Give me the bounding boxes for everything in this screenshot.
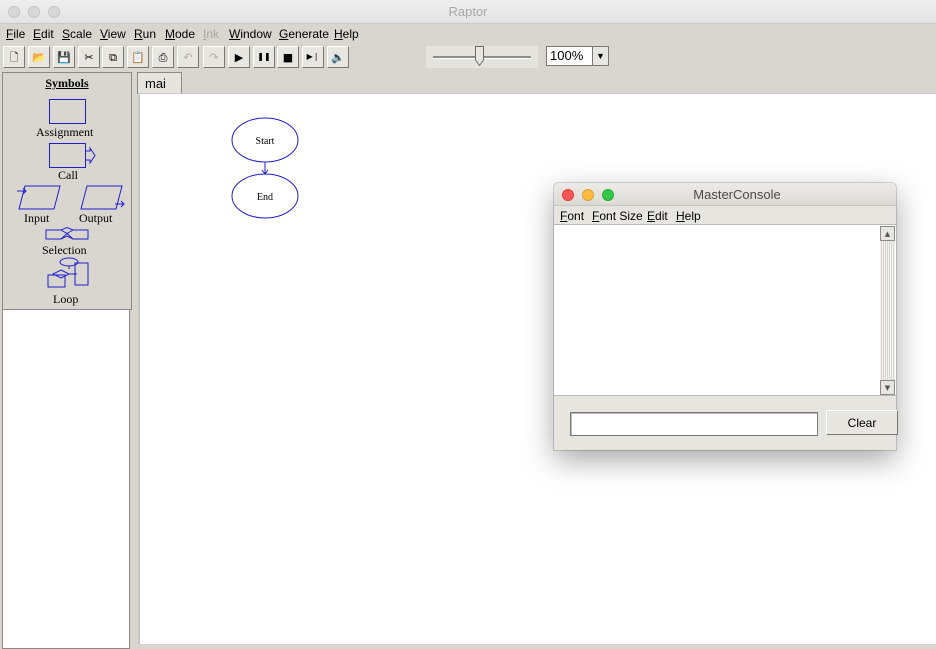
tab-main[interactable]: mai xyxy=(137,72,182,94)
console-titlebar[interactable]: MasterConsole xyxy=(554,183,896,206)
call-label[interactable]: Call xyxy=(58,168,78,183)
selection-label[interactable]: Selection xyxy=(42,243,87,258)
menu-file[interactable]: File xyxy=(6,27,25,41)
menu-run[interactable]: Run xyxy=(134,27,156,41)
cut-icon: ✂ xyxy=(84,50,94,64)
console-scrollbar[interactable]: ▲ ▼ xyxy=(880,226,895,395)
master-console-window: MasterConsole Font Font Size Edit Help ▲… xyxy=(554,183,898,450)
input-symbol-icon[interactable] xyxy=(17,185,63,211)
pause-icon: ❚❚ xyxy=(257,52,271,61)
zoom-select[interactable]: 100% ▼ xyxy=(546,46,609,66)
assignment-label[interactable]: Assignment xyxy=(36,125,93,140)
symbols-panel: Symbols Assignment Call Input Output Sel… xyxy=(2,72,132,310)
console-title: MasterConsole xyxy=(693,187,781,202)
print-button[interactable]: ⎙ xyxy=(152,46,174,68)
copy-button[interactable]: ⧉ xyxy=(102,46,124,68)
clear-button[interactable]: Clear xyxy=(826,410,898,435)
new-file-icon: 🗋 xyxy=(9,50,19,64)
run-icon: ▶ xyxy=(234,50,244,64)
undo-button[interactable]: ↶ xyxy=(177,46,199,68)
menu-mode[interactable]: Mode xyxy=(165,27,195,41)
run-button[interactable]: ▶ xyxy=(228,46,250,68)
cut-button[interactable]: ✂ xyxy=(78,46,100,68)
save-icon: 💾 xyxy=(57,50,71,64)
menu-window[interactable]: Window xyxy=(229,27,272,41)
open-folder-icon: 📂 xyxy=(32,50,46,64)
output-symbol-icon[interactable] xyxy=(79,185,125,211)
menu-help[interactable]: Help xyxy=(334,27,359,41)
menu-generate[interactable]: Generate xyxy=(279,27,329,41)
step-icon: ▶❘ xyxy=(306,52,320,61)
zoom-value: 100% xyxy=(550,48,584,63)
new-file-button[interactable]: 🗋 xyxy=(3,46,25,68)
step-button[interactable]: ▶❘ xyxy=(302,46,324,68)
speed-slider-thumb[interactable] xyxy=(475,46,485,66)
chevron-down-icon[interactable]: ▼ xyxy=(592,47,608,65)
stop-icon: ■ xyxy=(282,50,294,64)
output-label[interactable]: Output xyxy=(79,211,112,226)
window-title: Raptor xyxy=(448,4,488,19)
symbols-title: Symbols xyxy=(45,76,89,90)
start-label: Start xyxy=(256,136,275,147)
console-menu-edit[interactable]: Edit xyxy=(647,209,668,223)
speaker-button[interactable]: 🔈 xyxy=(327,46,349,68)
paste-button[interactable]: 📋 xyxy=(127,46,149,68)
loop-label[interactable]: Loop xyxy=(53,292,78,307)
console-menu-font[interactable]: Font xyxy=(560,209,584,223)
menu-scale[interactable]: Scale xyxy=(62,27,92,41)
console-menu-font-size[interactable]: Font Size xyxy=(592,209,643,223)
redo-button[interactable]: ↷ xyxy=(203,46,225,68)
save-button[interactable]: 💾 xyxy=(53,46,75,68)
paste-icon: 📋 xyxy=(131,50,145,64)
scroll-up-icon[interactable]: ▲ xyxy=(880,226,895,241)
assignment-symbol-icon[interactable] xyxy=(49,99,87,125)
selection-symbol-icon[interactable] xyxy=(45,226,91,241)
menubar: File Edit Scale View Run Mode Ink Window… xyxy=(0,24,936,44)
scroll-down-icon[interactable]: ▼ xyxy=(880,380,895,395)
console-menu-help[interactable]: Help xyxy=(676,209,701,223)
window-titlebar[interactable]: Raptor xyxy=(0,0,936,24)
stop-button[interactable]: ■ xyxy=(277,46,299,68)
undo-icon: ↶ xyxy=(183,50,193,64)
call-symbol-icon[interactable] xyxy=(49,143,97,169)
menu-ink[interactable]: Ink xyxy=(203,27,219,41)
menu-view[interactable]: View xyxy=(100,27,126,41)
menu-edit[interactable]: Edit xyxy=(33,27,54,41)
open-folder-button[interactable]: 📂 xyxy=(28,46,50,68)
copy-icon: ⧉ xyxy=(109,50,117,64)
loop-symbol-icon[interactable] xyxy=(47,257,93,289)
redo-icon: ↷ xyxy=(209,50,219,64)
subcharts-list[interactable] xyxy=(2,309,130,649)
input-label[interactable]: Input xyxy=(24,211,49,226)
print-icon: ⎙ xyxy=(158,50,168,64)
console-output[interactable]: ▲ ▼ xyxy=(554,224,896,396)
end-label: End xyxy=(257,192,273,203)
console-input[interactable] xyxy=(570,412,818,436)
pause-button[interactable]: ❚❚ xyxy=(253,46,275,68)
speaker-icon: 🔈 xyxy=(331,50,345,64)
